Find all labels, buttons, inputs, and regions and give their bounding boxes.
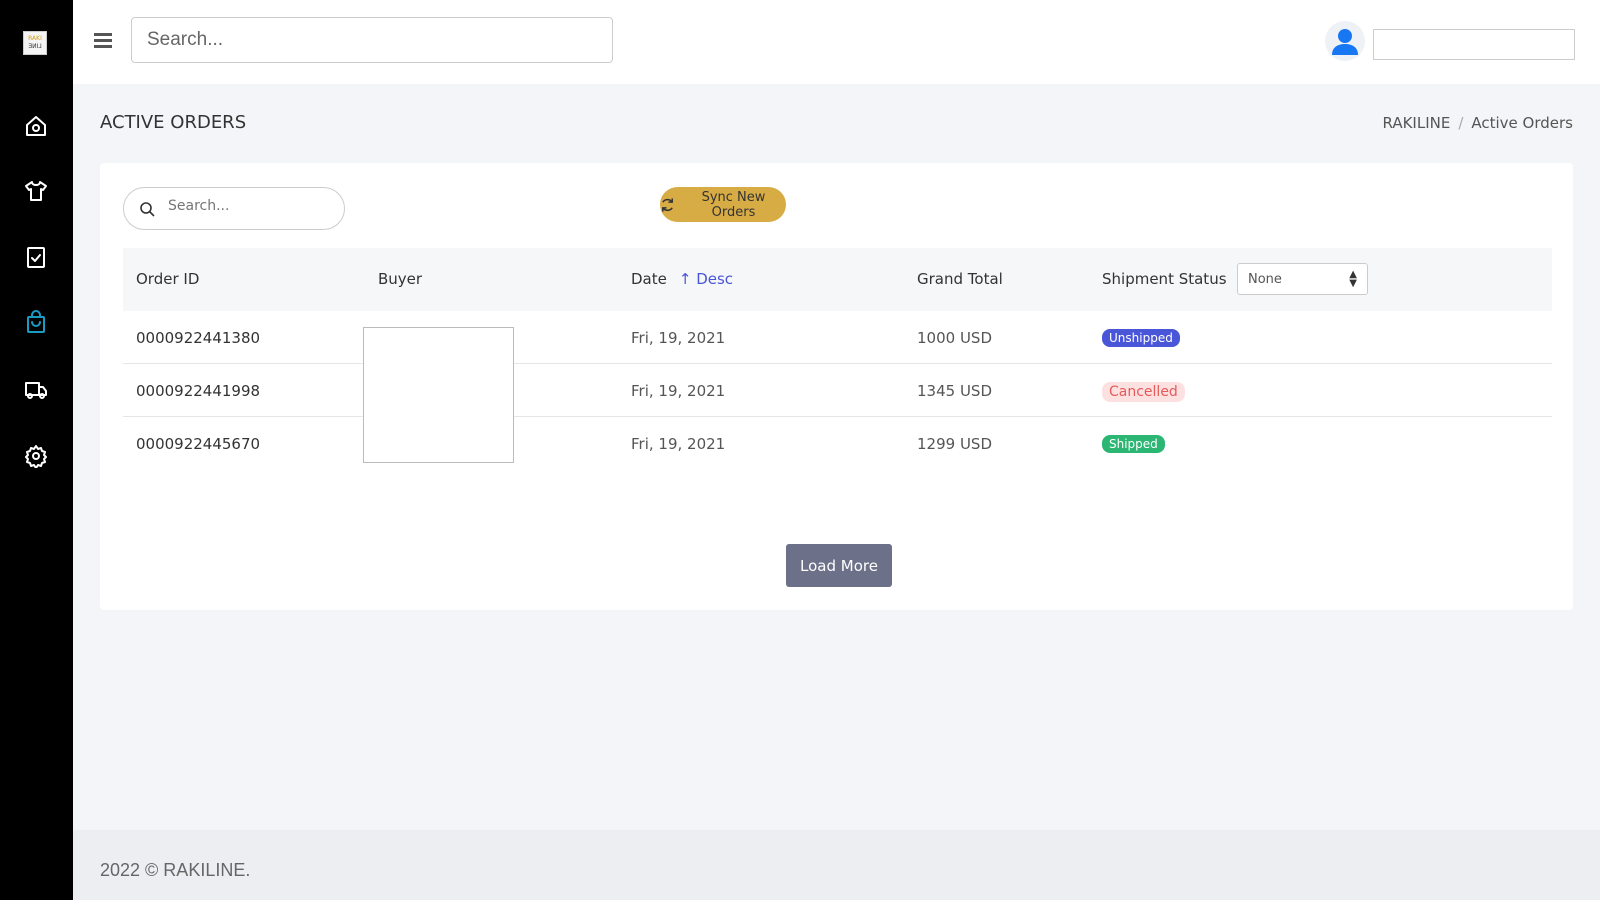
home-icon	[26, 116, 46, 136]
truck-icon	[25, 382, 47, 399]
shopping-bag-icon	[27, 310, 45, 333]
user-name-field[interactable]	[1373, 29, 1575, 60]
col-grand-total: Grand Total	[917, 270, 1003, 288]
table-header: Order ID Buyer Date ↑ Desc Grand Total Sh…	[123, 248, 1552, 311]
sidebar-item-shipping[interactable]	[20, 374, 52, 406]
top-header	[73, 0, 1600, 84]
sidebar-item-products[interactable]	[20, 175, 52, 207]
sidebar: RAKI LINE	[0, 0, 73, 900]
sidebar-item-settings[interactable]	[20, 440, 52, 472]
user-icon	[1332, 29, 1358, 55]
sidebar-item-tasks[interactable]	[20, 241, 52, 273]
footer-copyright: 2022 © RAKILINE.	[100, 860, 251, 880]
breadcrumb: RAKILINE / Active Orders	[1382, 114, 1574, 132]
sidebar-item-home[interactable]	[20, 110, 52, 142]
orders-search[interactable]	[123, 187, 345, 230]
gear-icon	[25, 445, 47, 468]
status-badge: Unshipped	[1102, 329, 1180, 347]
tshirt-icon	[25, 181, 47, 201]
col-buyer: Buyer	[378, 270, 423, 288]
sort-arrows-icon: ▲ ▼	[1349, 269, 1357, 289]
page-title: ACTIVE ORDERS	[100, 112, 247, 133]
status-badge: Cancelled	[1102, 382, 1185, 402]
orders-search-input[interactable]	[168, 198, 328, 214]
table-row[interactable]: 0000922441380 Fri, 19, 2021 1000 USD Uns…	[123, 311, 1552, 364]
status-badge: Shipped	[1102, 435, 1165, 453]
col-date: Date ↑ Desc	[631, 270, 734, 288]
buyer-image-placeholder	[363, 327, 514, 463]
table-row[interactable]: 0000922441998 Fri, 19, 2021 1345 USD Can…	[123, 364, 1552, 417]
sort-toggle[interactable]: ↑ Desc	[679, 270, 733, 288]
menu-toggle-icon[interactable]	[94, 33, 112, 49]
sidebar-item-orders[interactable]	[20, 306, 52, 338]
sync-new-orders-button[interactable]: Sync New Orders	[660, 187, 786, 222]
shipment-status-filter[interactable]: None ▲ ▼	[1237, 263, 1368, 295]
col-order-id: Order ID	[136, 270, 200, 288]
clipboard-check-icon	[27, 247, 45, 268]
col-shipment-status: Shipment Status	[1102, 270, 1227, 288]
breadcrumb-home[interactable]: RAKILINE	[1383, 114, 1451, 132]
search-icon	[140, 202, 155, 217]
footer: 2022 © RAKILINE.	[73, 830, 1600, 900]
logo[interactable]: RAKI LINE	[23, 31, 47, 55]
global-search-input[interactable]	[131, 17, 613, 63]
breadcrumb-current: Active Orders	[1471, 114, 1573, 132]
load-more-button[interactable]: Load More	[786, 544, 892, 587]
sync-icon	[662, 197, 673, 212]
table-row[interactable]: 0000922445670 Fri, 19, 2021 1299 USD Shi…	[123, 417, 1552, 470]
orders-card: Sync New Orders Order ID Buyer Date↑ Des…	[100, 163, 1573, 610]
avatar[interactable]	[1325, 21, 1365, 61]
